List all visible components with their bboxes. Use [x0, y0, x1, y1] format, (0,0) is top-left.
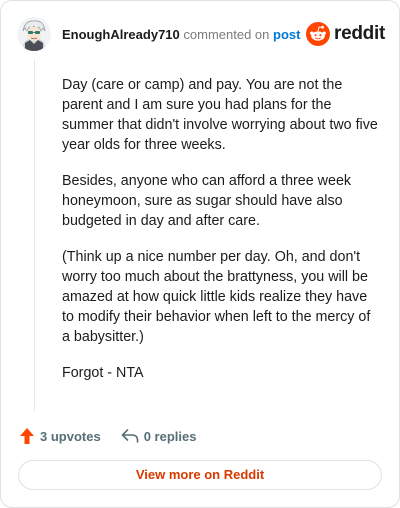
embedded-comment-card: EnoughAlready710 commented on post reddi… — [0, 0, 400, 508]
upvote-button[interactable]: 3 upvotes — [19, 427, 101, 445]
commented-on-text: commented on — [183, 27, 270, 42]
upvotes-count: 3 upvotes — [40, 428, 101, 444]
comment-paragraph: Besides, anyone who can afford a three w… — [62, 173, 352, 229]
comment-paragraph: Day (care or camp) and pay. You are not … — [62, 77, 378, 153]
author-link[interactable]: EnoughAlready710 — [62, 27, 180, 42]
replies-count: 0 replies — [143, 428, 197, 444]
reddit-wordmark: reddit — [334, 23, 385, 44]
user-avatar[interactable] — [17, 17, 51, 51]
reddit-logo[interactable]: reddit — [306, 22, 385, 46]
reply-button[interactable]: 0 replies — [121, 428, 197, 444]
comment-paragraph: Forgot - NTA — [62, 365, 144, 381]
post-link[interactable]: post — [273, 27, 300, 42]
comment-body: Day (care or camp) and pay. You are not … — [62, 75, 382, 399]
comment-actions: 3 upvotes 0 replies — [19, 426, 216, 446]
reddit-snoo-icon — [306, 22, 331, 46]
avatar-icon — [17, 17, 51, 51]
comment-paragraph: (Think up a nice number per day. Oh, and… — [62, 249, 371, 345]
reply-arrow-icon — [121, 429, 138, 443]
comment-header: EnoughAlready710 commented on post reddi… — [17, 17, 385, 51]
upvote-arrow-icon — [20, 428, 34, 444]
view-more-button[interactable]: View more on Reddit — [18, 460, 382, 490]
comment-meta: EnoughAlready710 commented on post — [62, 27, 300, 43]
thread-line — [34, 59, 35, 411]
